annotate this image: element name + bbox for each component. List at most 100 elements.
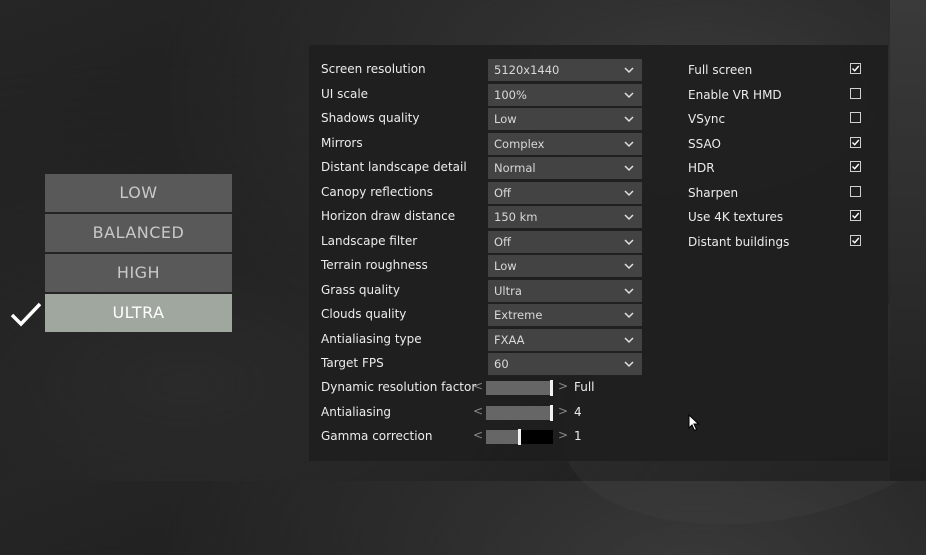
slider-handle[interactable] bbox=[550, 404, 553, 421]
slider-track[interactable] bbox=[486, 404, 553, 421]
chevron-down-icon bbox=[624, 91, 634, 98]
checkbox[interactable] bbox=[850, 87, 861, 99]
checkmark-icon bbox=[852, 139, 860, 146]
setting-row: Antialiasing type FXAA bbox=[321, 328, 642, 351]
setting-dropdown[interactable]: 5120x1440 bbox=[488, 59, 642, 81]
setting-dropdown[interactable]: Low bbox=[488, 108, 642, 130]
checkbox-row: Sharpen bbox=[688, 183, 868, 203]
checkbox-row: Full screen bbox=[688, 60, 868, 80]
setting-dropdown[interactable]: Off bbox=[488, 230, 642, 253]
setting-label: Distant landscape detail bbox=[321, 160, 467, 174]
setting-dropdown[interactable]: Complex bbox=[488, 132, 642, 155]
dropdown-value: Normal bbox=[494, 161, 536, 175]
slider-increase-button[interactable]: > bbox=[558, 428, 568, 442]
setting-dropdown[interactable]: Extreme bbox=[488, 304, 642, 326]
chevron-down-icon bbox=[624, 67, 634, 74]
checkbox[interactable] bbox=[850, 185, 861, 197]
checkmark-icon bbox=[852, 65, 860, 72]
setting-row: Distant landscape detail Normal bbox=[321, 157, 642, 179]
setting-row: Screen resolution 5120x1440 bbox=[321, 59, 642, 81]
setting-dropdown[interactable]: Low bbox=[488, 255, 642, 277]
slider-track[interactable] bbox=[486, 380, 553, 396]
checkbox-row: Enable VR HMD bbox=[688, 85, 868, 105]
settings-panel: Screen resolution 5120x1440 UI scale 100% Sh… bbox=[309, 45, 888, 461]
setting-row: Landscape filter Off bbox=[321, 230, 642, 253]
dropdown-value: Complex bbox=[494, 136, 545, 151]
setting-label: UI scale bbox=[321, 86, 369, 101]
checkbox[interactable] bbox=[850, 161, 861, 172]
mouse-cursor-icon bbox=[688, 414, 700, 432]
checkmark-icon bbox=[852, 237, 860, 244]
slider-increase-button[interactable]: > bbox=[558, 404, 568, 418]
setting-row: Clouds quality Extreme bbox=[321, 304, 642, 326]
slider-value: 1 bbox=[574, 429, 582, 443]
slider-handle[interactable] bbox=[518, 429, 521, 445]
setting-label: Mirrors bbox=[321, 135, 363, 150]
checkbox-label: Enable VR HMD bbox=[688, 87, 782, 102]
checkbox[interactable] bbox=[850, 63, 861, 74]
chevron-down-icon bbox=[624, 263, 634, 270]
dropdown-value: Off bbox=[494, 234, 511, 249]
chevron-down-icon bbox=[624, 214, 634, 221]
preset-high-button[interactable]: HIGH bbox=[45, 254, 232, 292]
setting-label: Target FPS bbox=[321, 356, 384, 370]
checkbox-row: HDR bbox=[688, 158, 868, 178]
setting-label: Antialiasing type bbox=[321, 331, 422, 346]
setting-label: Grass quality bbox=[321, 282, 400, 297]
setting-dropdown[interactable]: 150 km bbox=[488, 206, 642, 228]
chevron-down-icon bbox=[624, 140, 634, 147]
setting-row: Horizon draw distance 150 km bbox=[321, 206, 642, 228]
setting-label: Horizon draw distance bbox=[321, 209, 456, 223]
slider-fill bbox=[486, 430, 518, 444]
chevron-down-icon bbox=[624, 116, 634, 123]
slider-decrease-button[interactable]: < bbox=[473, 379, 483, 393]
chevron-down-icon bbox=[624, 165, 634, 172]
slider-track[interactable] bbox=[486, 429, 553, 445]
checkbox-label: Distant buildings bbox=[688, 234, 790, 249]
checkbox[interactable] bbox=[850, 136, 861, 148]
setting-dropdown[interactable]: Ultra bbox=[488, 279, 642, 302]
setting-row: Mirrors Complex bbox=[321, 132, 642, 155]
preset-balanced-button[interactable]: BALANCED bbox=[45, 214, 232, 252]
setting-dropdown[interactable]: Normal bbox=[488, 157, 642, 179]
dropdown-value: Low bbox=[494, 112, 517, 126]
setting-row: UI scale 100% bbox=[321, 83, 642, 106]
checkbox[interactable] bbox=[850, 112, 861, 123]
checkbox[interactable] bbox=[850, 234, 861, 246]
chevron-down-icon bbox=[624, 287, 634, 294]
slider-row: Dynamic resolution factor < > Full bbox=[321, 377, 631, 399]
dropdown-value: 5120x1440 bbox=[494, 63, 560, 77]
preset-low-button[interactable]: LOW bbox=[45, 174, 232, 212]
checkbox-label: SSAO bbox=[688, 136, 721, 151]
chevron-down-icon bbox=[624, 238, 634, 245]
slider-decrease-button[interactable]: < bbox=[473, 428, 483, 442]
selected-preset-check-icon bbox=[10, 302, 42, 327]
setting-dropdown[interactable]: 100% bbox=[488, 83, 642, 106]
checkbox-label: Use 4K textures bbox=[688, 210, 784, 224]
slider-value: Full bbox=[574, 380, 595, 394]
dropdown-value: Off bbox=[494, 185, 511, 200]
setting-row: Canopy reflections Off bbox=[321, 181, 642, 204]
checkbox-label: Full screen bbox=[688, 63, 753, 77]
chevron-down-icon bbox=[624, 336, 634, 343]
checkbox-label: Sharpen bbox=[688, 185, 739, 200]
checkbox[interactable] bbox=[850, 210, 861, 221]
chevron-down-icon bbox=[624, 189, 634, 196]
checkbox-row: SSAO bbox=[688, 134, 868, 154]
slider-handle[interactable] bbox=[550, 380, 553, 396]
chevron-down-icon bbox=[624, 312, 634, 319]
background-streak bbox=[890, 0, 926, 481]
dropdown-value: Extreme bbox=[494, 308, 543, 322]
slider-increase-button[interactable]: > bbox=[558, 379, 568, 393]
preset-ultra-button[interactable]: ULTRA bbox=[45, 294, 232, 332]
checkbox-label: HDR bbox=[688, 161, 715, 175]
setting-dropdown[interactable]: FXAA bbox=[488, 328, 642, 351]
setting-dropdown[interactable]: Off bbox=[488, 181, 642, 204]
setting-label: Shadows quality bbox=[321, 111, 420, 125]
slider-decrease-button[interactable]: < bbox=[473, 404, 483, 418]
preset-list: LOW BALANCED HIGH ULTRA bbox=[45, 174, 232, 334]
setting-label: Clouds quality bbox=[321, 307, 407, 321]
setting-label: Screen resolution bbox=[321, 62, 426, 76]
setting-label: Canopy reflections bbox=[321, 184, 434, 199]
setting-dropdown[interactable]: 60 bbox=[488, 353, 642, 375]
